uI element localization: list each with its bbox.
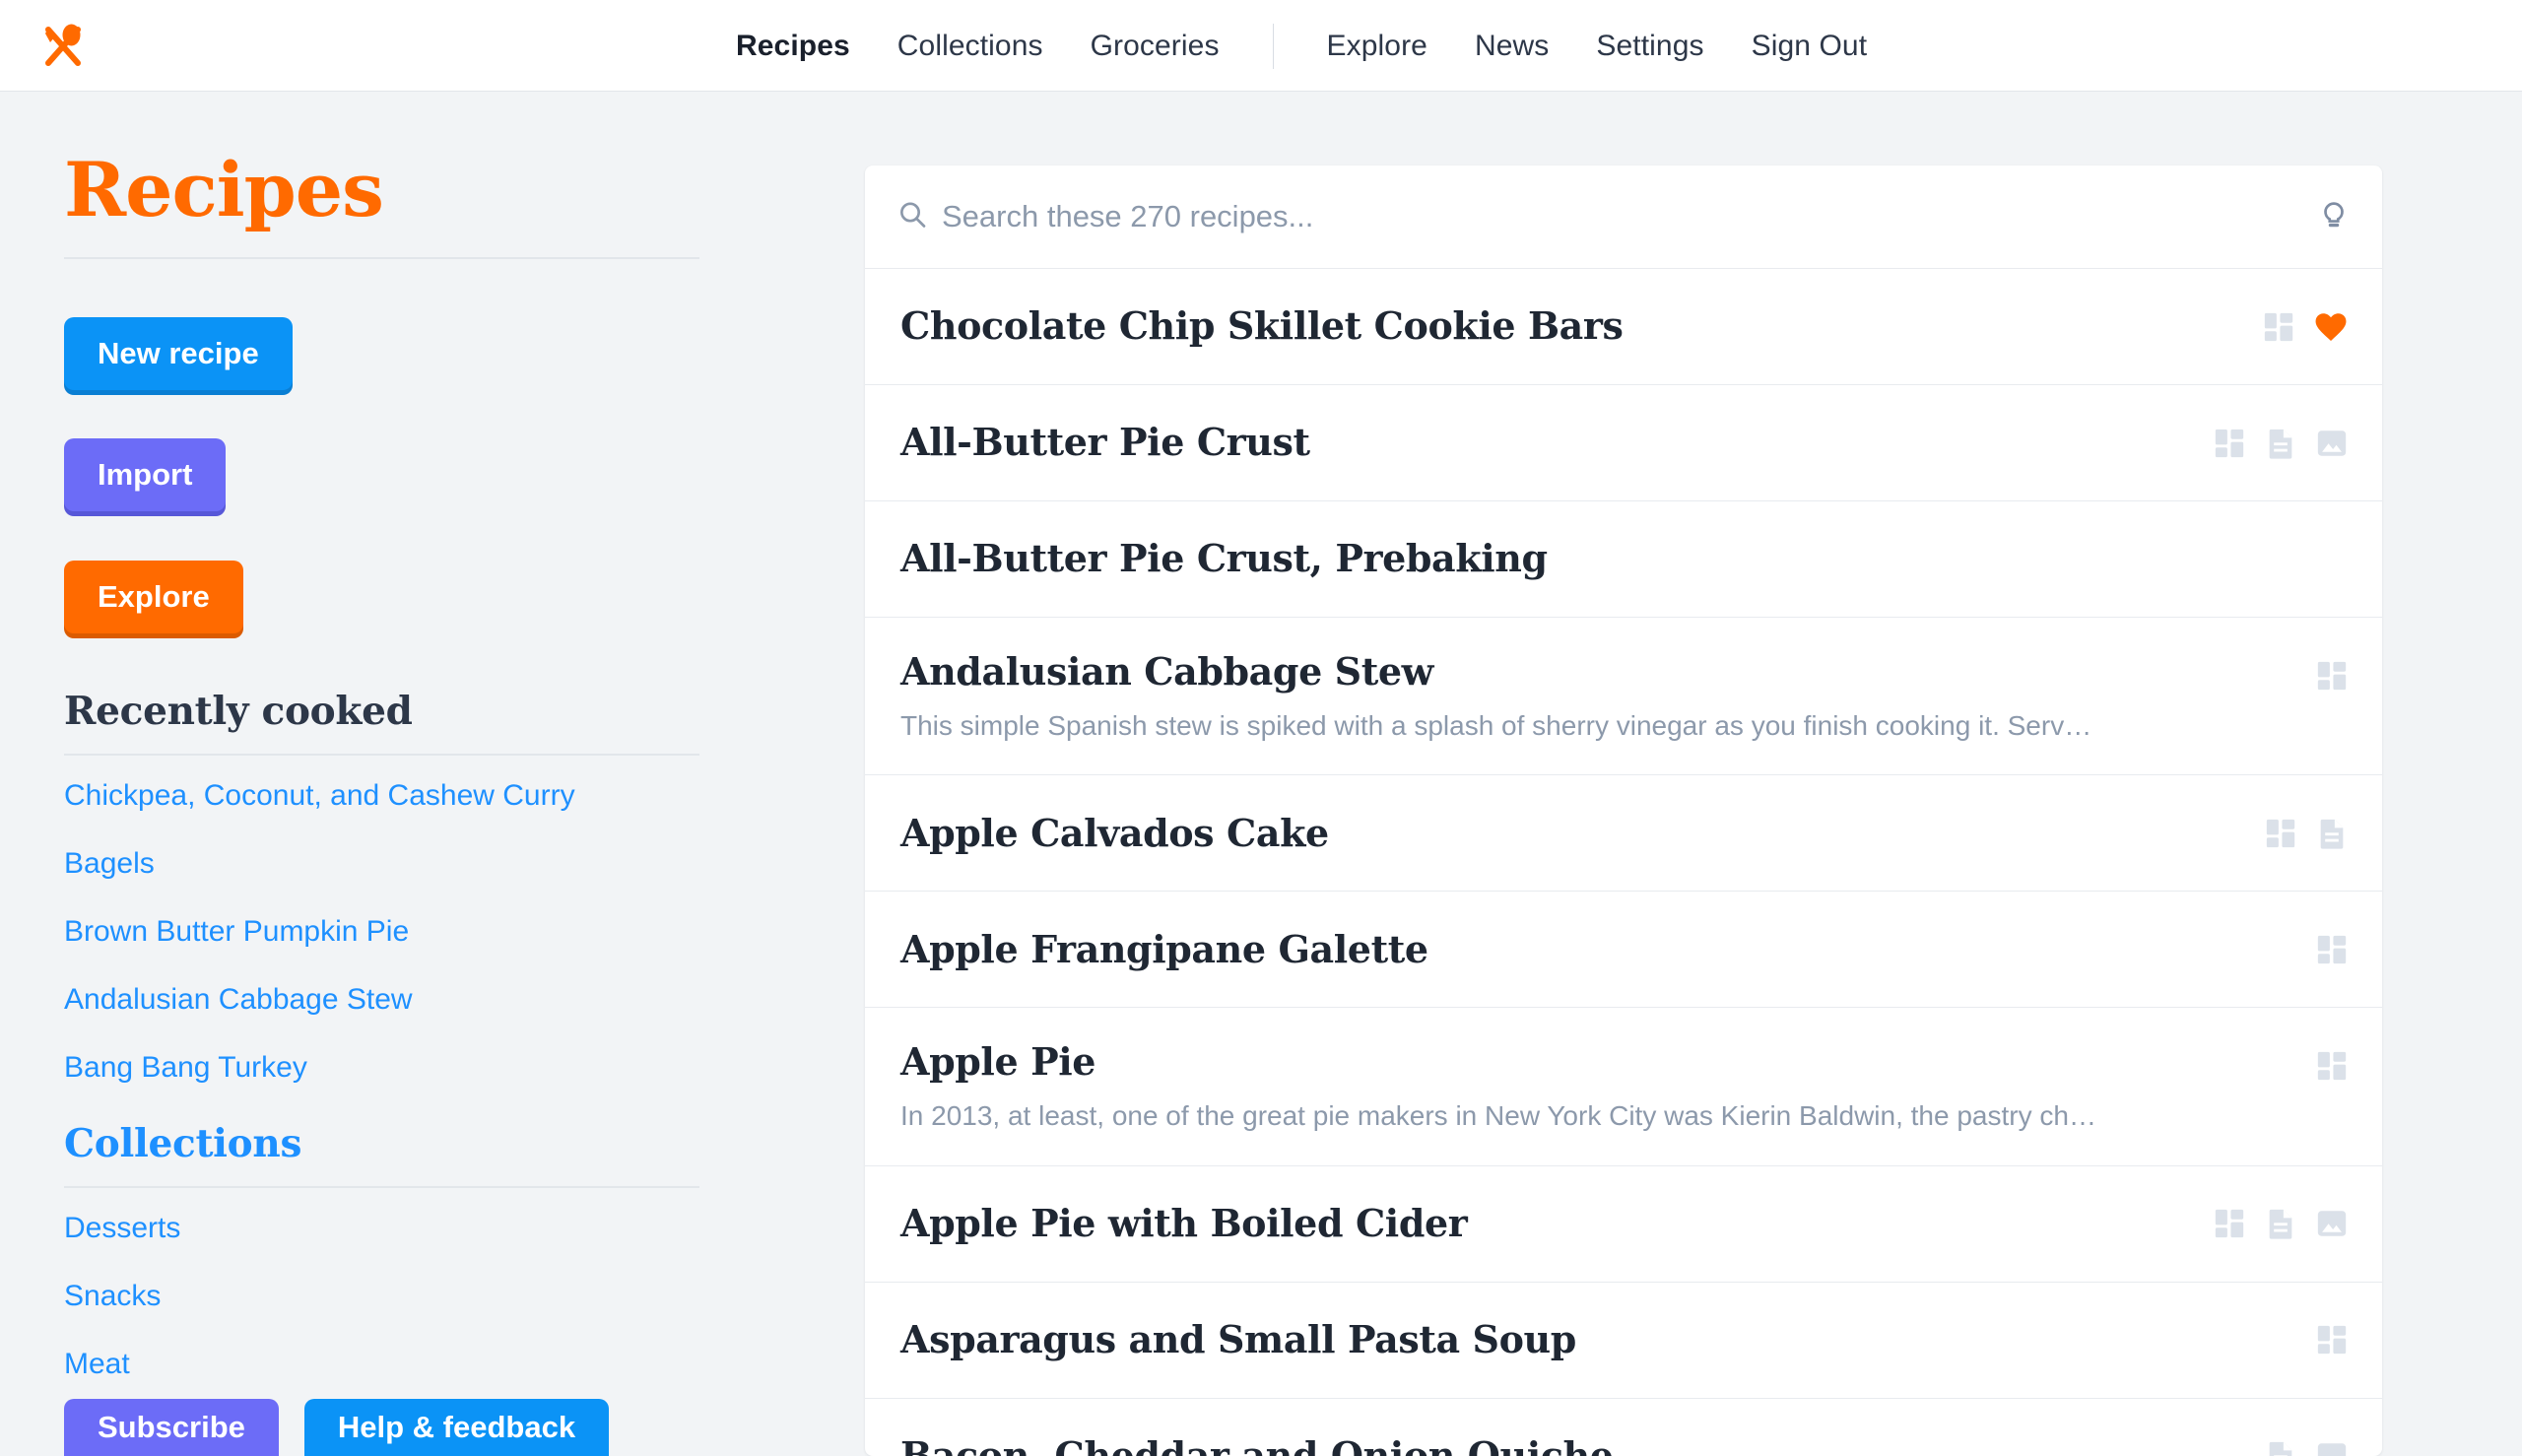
recipe-row[interactable]: Andalusian Cabbage Stew This simple Spani…: [865, 618, 2382, 776]
collections-list: Desserts Snacks Meat: [64, 1213, 704, 1379]
note-icon[interactable]: [2264, 427, 2297, 460]
explore-button[interactable]: Explore: [64, 560, 243, 633]
recipe-title: Bacon, Cheddar and Onion Quiche: [900, 1432, 1614, 1456]
recipe-title: Apple Calvados Cake: [900, 810, 1329, 855]
note-icon[interactable]: [2264, 1439, 2297, 1456]
sections-icon[interactable]: [2315, 933, 2349, 966]
sections-icon[interactable]: [2262, 310, 2295, 344]
help-feedback-button[interactable]: Help & feedback: [303, 1399, 610, 1456]
import-button[interactable]: Import: [64, 437, 227, 511]
sections-icon[interactable]: [2264, 817, 2297, 850]
recipe-title: Andalusian Cabbage Stew: [900, 649, 1433, 694]
nav-item-sign-out[interactable]: Sign Out: [1728, 0, 1892, 92]
note-icon[interactable]: [2264, 1207, 2297, 1240]
nav-item-recipes[interactable]: Recipes: [712, 0, 874, 92]
recently-cooked-heading: Recently cooked: [64, 688, 413, 734]
recently-cooked-divider: [64, 753, 699, 756]
nav-item-news[interactable]: News: [1451, 0, 1572, 92]
list-item[interactable]: Desserts: [64, 1213, 704, 1243]
sections-icon[interactable]: [2315, 659, 2349, 693]
recipe-row-icons: [2315, 659, 2349, 693]
new-recipe-button[interactable]: New recipe: [64, 316, 293, 390]
sections-icon[interactable]: [2315, 1049, 2349, 1083]
recently-cooked-section: Recently cooked Chickpea, Coconut, and C…: [64, 689, 704, 1083]
sections-icon[interactable]: [2213, 1207, 2246, 1240]
list-item[interactable]: Meat: [64, 1349, 704, 1379]
sidebar-bottom-bar: Subscribe Help & feedback: [64, 1399, 610, 1456]
recipe-row[interactable]: Apple Pie with Boiled Cider: [865, 1166, 2382, 1283]
recipe-row-icons: [2264, 1439, 2349, 1456]
collections-section: Collections Desserts Snacks Meat: [64, 1121, 704, 1379]
recipe-description: This simple Spanish stew is spiked with …: [900, 709, 2092, 741]
recipe-row-icons: [2315, 1049, 2349, 1083]
list-item[interactable]: Snacks: [64, 1281, 704, 1311]
app-logo[interactable]: [33, 15, 94, 76]
recipe-description: In 2013, at least, one of the great pie …: [900, 1100, 2096, 1132]
recipe-list-panel: Chocolate Chip Skillet Cookie Bars All-B…: [865, 165, 2382, 1456]
recipe-rows-container: Chocolate Chip Skillet Cookie Bars All-B…: [865, 269, 2382, 1456]
nav-divider: [1272, 23, 1274, 69]
fork-spoon-logo-icon: [45, 24, 81, 66]
subscribe-button[interactable]: Subscribe: [64, 1399, 279, 1456]
nav-item-explore[interactable]: Explore: [1303, 0, 1451, 92]
nav-item-groceries[interactable]: Groceries: [1067, 0, 1243, 92]
collections-divider: [64, 1185, 699, 1188]
recipe-row-icons: [2264, 817, 2349, 850]
photo-icon[interactable]: [2315, 1439, 2349, 1456]
search-input[interactable]: [942, 187, 2173, 246]
heart-icon[interactable]: [2313, 309, 2349, 345]
recipe-row-icons: [2315, 1323, 2349, 1357]
recipe-row-icons: [2315, 933, 2349, 966]
photo-icon[interactable]: [2315, 1207, 2349, 1240]
recipe-row[interactable]: Bacon, Cheddar and Onion Quiche: [865, 1399, 2382, 1456]
list-item[interactable]: Andalusian Cabbage Stew: [64, 984, 704, 1015]
recipe-title: Apple Pie: [900, 1039, 1096, 1085]
sections-icon[interactable]: [2315, 1323, 2349, 1357]
page-body: Recipes New recipe Import Explore Recent…: [0, 92, 2522, 1456]
list-item[interactable]: Brown Butter Pumpkin Pie: [64, 916, 704, 947]
recipe-row[interactable]: All-Butter Pie Crust: [865, 385, 2382, 501]
recipe-row[interactable]: All-Butter Pie Crust, Prebaking: [865, 501, 2382, 618]
recipe-row[interactable]: Asparagus and Small Pasta Soup: [865, 1283, 2382, 1399]
nav-links: Recipes Collections Groceries Explore Ne…: [712, 0, 1891, 92]
recipe-row[interactable]: Chocolate Chip Skillet Cookie Bars: [865, 269, 2382, 385]
list-item[interactable]: Chickpea, Coconut, and Cashew Curry: [64, 780, 704, 811]
recipe-title: Asparagus and Small Pasta Soup: [900, 1316, 1576, 1361]
list-item[interactable]: Bang Bang Turkey: [64, 1052, 704, 1083]
sections-icon[interactable]: [2213, 427, 2246, 460]
nav-item-settings[interactable]: Settings: [1572, 0, 1727, 92]
recipe-row-icons: [2213, 1207, 2349, 1240]
recently-cooked-list: Chickpea, Coconut, and Cashew Curry Bage…: [64, 780, 704, 1083]
recipe-title: All-Butter Pie Crust: [900, 420, 1310, 465]
page-title: Recipes: [64, 146, 384, 233]
top-navigation-bar: Recipes Collections Groceries Explore Ne…: [0, 0, 2522, 92]
recipe-title: All-Butter Pie Crust, Prebaking: [900, 536, 1548, 581]
recipe-title: Apple Pie with Boiled Cider: [900, 1200, 1468, 1245]
note-icon[interactable]: [2315, 817, 2349, 850]
recipe-row[interactable]: Apple Frangipane Galette: [865, 892, 2382, 1009]
sidebar: Recipes New recipe Import Explore Recent…: [64, 92, 704, 1456]
recipe-row-icons: [2213, 427, 2349, 460]
collections-heading[interactable]: Collections: [64, 1121, 704, 1166]
recipe-title: Apple Frangipane Galette: [900, 926, 1428, 971]
search-icon: [896, 199, 928, 235]
recipe-title: Chocolate Chip Skillet Cookie Bars: [900, 303, 1624, 349]
photo-icon[interactable]: [2315, 427, 2349, 460]
recipe-row[interactable]: Apple Pie In 2013, at least, one of the g…: [865, 1008, 2382, 1166]
recipe-row-icons: [2262, 309, 2349, 345]
lightbulb-icon[interactable]: [2317, 198, 2351, 236]
list-item[interactable]: Bagels: [64, 848, 704, 879]
nav-item-collections[interactable]: Collections: [874, 0, 1067, 92]
recipe-row[interactable]: Apple Calvados Cake: [865, 775, 2382, 893]
search-bar: [865, 165, 2382, 269]
